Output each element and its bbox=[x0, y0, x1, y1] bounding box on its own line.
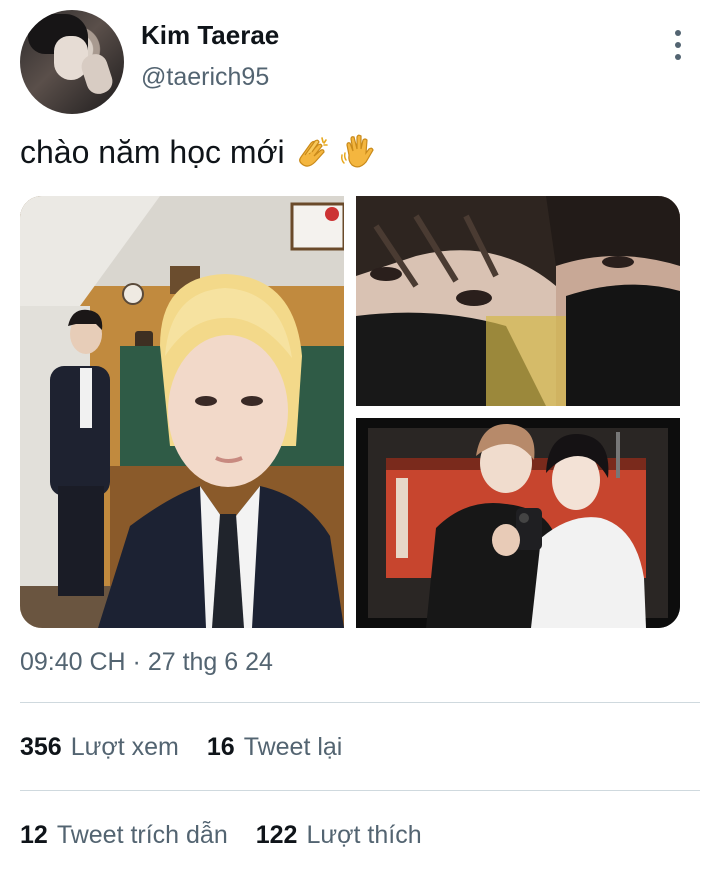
quotes-count: 12 bbox=[20, 821, 48, 849]
dot bbox=[675, 54, 681, 60]
retweets-stat[interactable]: 16 Tweet lại bbox=[207, 733, 342, 762]
more-options-icon[interactable] bbox=[668, 30, 688, 60]
photo-classroom-selfie[interactable] bbox=[20, 196, 344, 628]
views-count: 356 bbox=[20, 733, 62, 761]
author-handle[interactable]: @taerich95 bbox=[141, 63, 269, 92]
likes-stat[interactable]: 122 Lượt thích bbox=[256, 821, 422, 850]
tweet-text-container: chào năm học mới bbox=[20, 133, 377, 171]
tweet-timestamp[interactable]: 09:40 CH · 27 thg 6 24 bbox=[20, 648, 273, 677]
retweets-count: 16 bbox=[206, 733, 235, 761]
photo-masked-selfie[interactable] bbox=[356, 196, 680, 406]
retweets-label: Tweet lại bbox=[243, 733, 343, 761]
stats-row-1: 356 Lượt xem 16 Tweet lại bbox=[20, 733, 342, 762]
author-avatar[interactable] bbox=[20, 10, 124, 114]
tweet-media-grid bbox=[20, 196, 680, 628]
dot bbox=[675, 42, 681, 48]
stats-row-2: 12 Tweet trích dẫn 122 Lượt thích bbox=[20, 821, 422, 850]
likes-label: Lượt thích bbox=[306, 821, 422, 849]
photo-mirror-selfie[interactable] bbox=[356, 418, 680, 628]
avatar-hand bbox=[78, 50, 116, 98]
tweet-text: chào năm học mới bbox=[20, 133, 285, 170]
dot bbox=[675, 30, 681, 36]
quotes-label: Tweet trích dẫn bbox=[56, 821, 228, 849]
quotes-stat[interactable]: 12 Tweet trích dẫn bbox=[20, 821, 228, 850]
views-label: Lượt xem bbox=[70, 733, 179, 761]
waving-hand-icon bbox=[339, 133, 377, 171]
likes-count: 122 bbox=[255, 821, 298, 849]
clapping-hands-icon bbox=[293, 133, 331, 171]
author-display-name[interactable]: Kim Taerae bbox=[141, 20, 279, 51]
divider bbox=[20, 790, 700, 791]
divider bbox=[20, 702, 700, 703]
views-stat[interactable]: 356 Lượt xem bbox=[20, 733, 179, 762]
